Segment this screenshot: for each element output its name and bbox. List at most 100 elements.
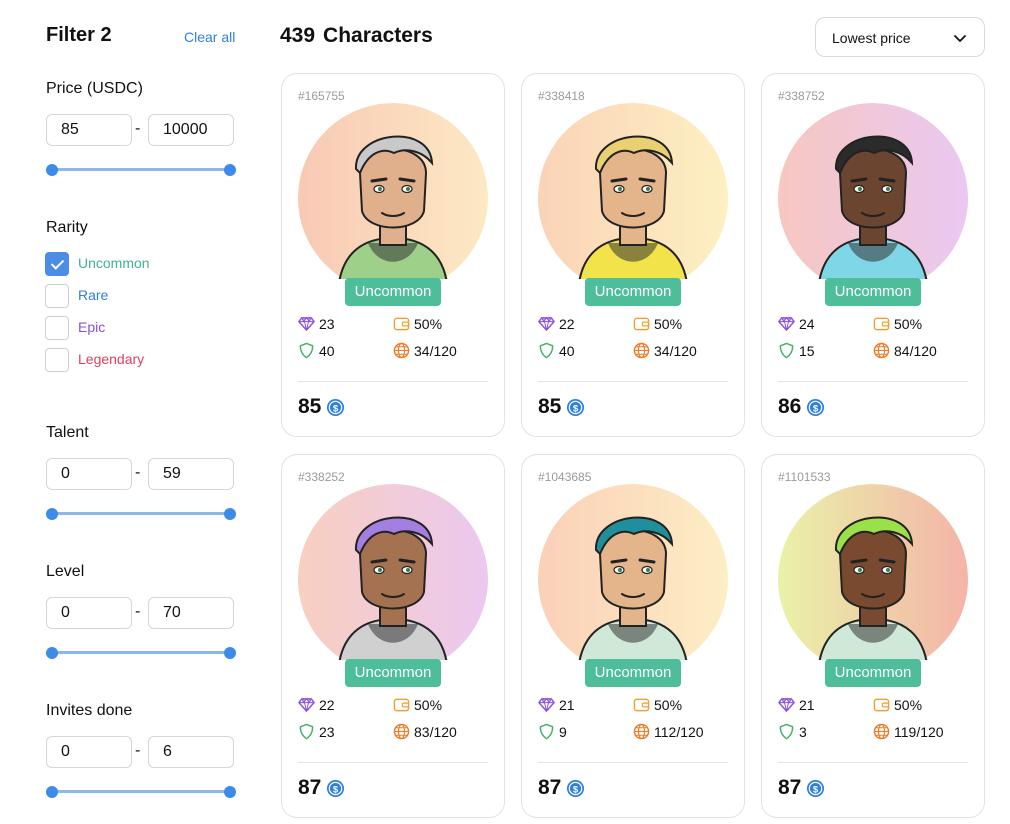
wallet-stat: 50% — [873, 695, 973, 715]
shield-value: 3 — [799, 724, 807, 740]
wallet-icon — [393, 317, 410, 331]
talent-slider-max-handle[interactable] — [224, 508, 236, 520]
talent-min-input[interactable] — [46, 458, 132, 490]
rarity-option-epic[interactable]: Epic — [45, 316, 245, 340]
rarity-badge: Uncommon — [585, 659, 681, 687]
shield-icon — [779, 723, 794, 740]
price-slider[interactable] — [46, 163, 236, 177]
range-separator: - — [135, 120, 141, 137]
shield-icon — [299, 342, 314, 359]
character-portrait — [538, 484, 728, 660]
character-card[interactable]: #338752 Uncommon 24 50% 15 84/120 86 $ — [761, 73, 985, 437]
rarity-option-legendary[interactable]: Legendary — [45, 348, 245, 372]
price-range: - — [46, 114, 236, 146]
rarity-badge: Uncommon — [825, 659, 921, 687]
card-divider — [538, 381, 728, 382]
gems-stat: 21 — [778, 695, 868, 715]
shield-stat: 9 — [538, 722, 628, 742]
character-card[interactable]: #1101533 Uncommon 21 50% 3 119/120 87 $ — [761, 454, 985, 818]
level-max-input[interactable] — [148, 597, 234, 629]
card-price: 85 — [538, 395, 562, 418]
filter-sidebar: Filter 2 Clear all Price (USDC) - Rarity… — [0, 0, 250, 824]
usdc-coin-icon: $ — [566, 779, 585, 798]
usdc-coin-icon: $ — [326, 398, 345, 417]
globe-stat: 34/120 — [393, 341, 493, 361]
clear-all-link[interactable]: Clear all — [184, 29, 235, 45]
slider-track — [52, 168, 230, 171]
globe-value: 34/120 — [414, 343, 457, 359]
rarity-badge: Uncommon — [585, 278, 681, 306]
wallet-value: 50% — [894, 316, 923, 332]
price-slider-max-handle[interactable] — [224, 164, 236, 176]
character-card[interactable]: #1043685 Uncommon 21 50% 9 112/120 87 $ — [521, 454, 745, 818]
rarity-checkbox[interactable] — [45, 284, 69, 308]
character-portrait — [778, 484, 968, 660]
rarity-checkbox[interactable] — [45, 252, 69, 276]
globe-value: 34/120 — [654, 343, 697, 359]
gems-stat: 21 — [538, 695, 628, 715]
svg-text:$: $ — [333, 403, 339, 414]
usdc-coin-icon: $ — [806, 398, 825, 417]
globe-stat: 112/120 — [633, 722, 733, 742]
invites-slider-max-handle[interactable] — [224, 786, 236, 798]
wallet-value: 50% — [414, 697, 443, 713]
talent-slider-min-handle[interactable] — [46, 508, 58, 520]
rarity-checkbox[interactable] — [45, 348, 69, 372]
diamond-icon — [778, 317, 795, 331]
gems-value: 23 — [319, 316, 335, 332]
level-min-input[interactable] — [46, 597, 132, 629]
character-card[interactable]: #338252 Uncommon 22 50% 23 83/120 87 $ — [281, 454, 505, 818]
range-separator: - — [135, 742, 141, 759]
wallet-value: 50% — [414, 316, 443, 332]
gems-value: 22 — [559, 316, 575, 332]
rarity-badge: Uncommon — [345, 659, 441, 687]
card-divider — [778, 381, 968, 382]
diamond-icon — [778, 698, 795, 712]
globe-icon — [633, 723, 650, 740]
level-slider-min-handle[interactable] — [46, 647, 58, 659]
character-card[interactable]: #338418 Uncommon 22 50% 40 34/120 85 $ — [521, 73, 745, 437]
sort-selected-value: Lowest price — [832, 30, 911, 46]
invites-slider[interactable] — [46, 785, 236, 799]
gems-stat: 23 — [298, 314, 388, 334]
talent-label: Talent — [46, 424, 89, 441]
svg-text:$: $ — [573, 784, 579, 795]
level-slider[interactable] — [46, 646, 236, 660]
character-portrait — [298, 484, 488, 660]
price-max-input[interactable] — [148, 114, 234, 146]
rarity-badge: Uncommon — [825, 278, 921, 306]
sort-dropdown[interactable]: Lowest price — [815, 17, 985, 57]
price-label: Price (USDC) — [46, 80, 143, 97]
character-avatar — [778, 103, 968, 279]
usdc-coin-icon: $ — [326, 779, 345, 798]
invites-min-input[interactable] — [46, 736, 132, 768]
character-card[interactable]: #165755 Uncommon 23 50% 40 34/120 85 $ — [281, 73, 505, 437]
invites-label: Invites done — [46, 702, 133, 719]
rarity-option-rare[interactable]: Rare — [45, 284, 245, 308]
wallet-icon — [633, 698, 650, 712]
price-slider-min-handle[interactable] — [46, 164, 58, 176]
rarity-checkbox[interactable] — [45, 316, 69, 340]
character-avatar — [298, 484, 488, 660]
globe-icon — [873, 723, 890, 740]
talent-max-input[interactable] — [148, 458, 234, 490]
talent-slider[interactable] — [46, 507, 236, 521]
globe-icon — [393, 723, 410, 740]
talent-range: - — [46, 458, 236, 490]
wallet-icon — [873, 698, 890, 712]
card-price: 86 — [778, 395, 802, 418]
level-slider-max-handle[interactable] — [224, 647, 236, 659]
card-price: 87 — [778, 776, 802, 799]
price-min-input[interactable] — [46, 114, 132, 146]
svg-text:$: $ — [573, 403, 579, 414]
shield-icon — [539, 342, 554, 359]
rarity-option-uncommon[interactable]: Uncommon — [45, 252, 245, 276]
svg-text:$: $ — [813, 784, 819, 795]
card-price: 87 — [538, 776, 562, 799]
character-avatar — [298, 103, 488, 279]
wallet-icon — [633, 317, 650, 331]
invites-max-input[interactable] — [148, 736, 234, 768]
slider-track — [52, 512, 230, 515]
invites-slider-min-handle[interactable] — [46, 786, 58, 798]
filter-title: Filter 2 — [46, 24, 112, 46]
